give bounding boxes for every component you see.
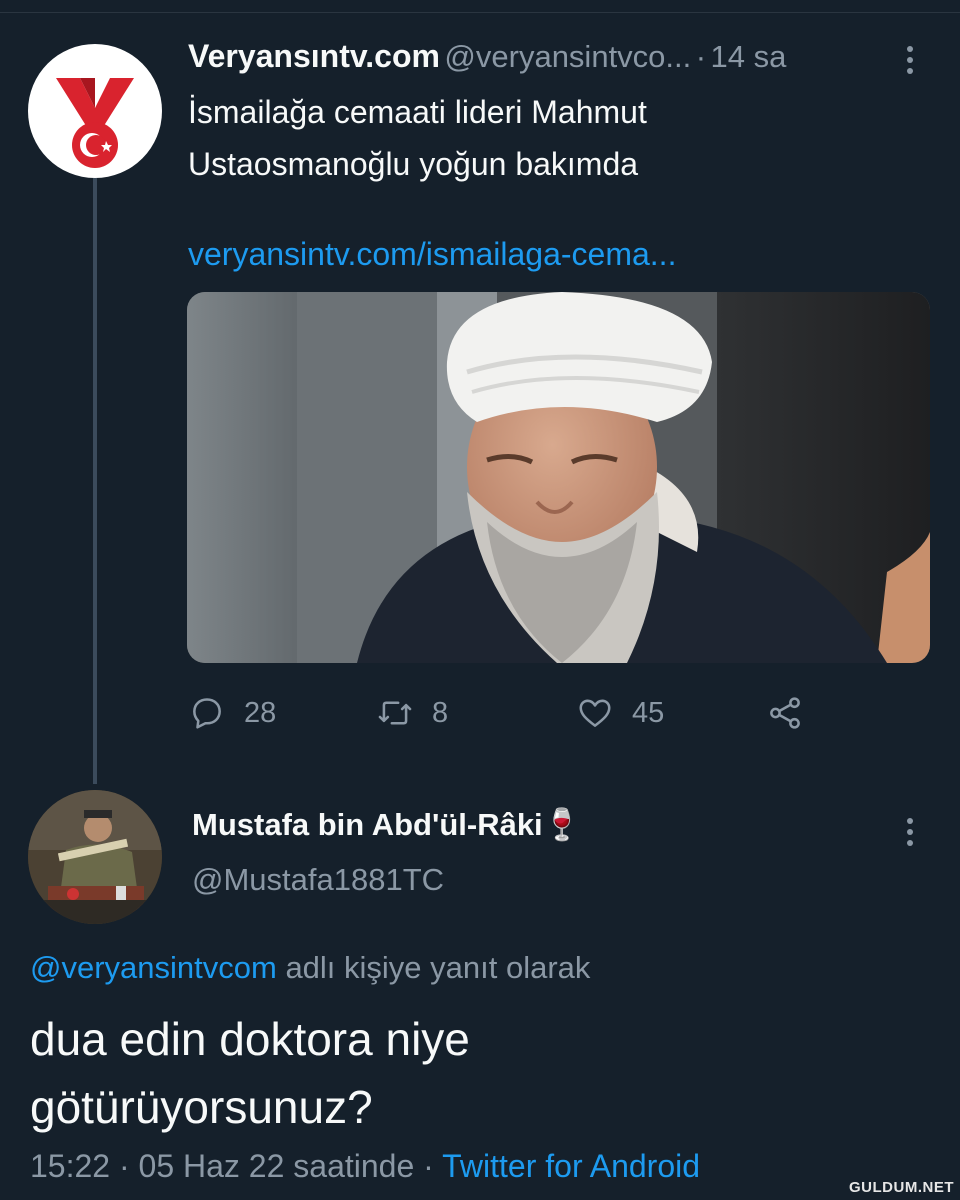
top-divider: [0, 12, 960, 13]
reply-count: 28: [244, 696, 277, 729]
more-icon[interactable]: [898, 40, 922, 80]
reply-meta: 15:22 · 05 Haz 22 saatinde · Twitter for…: [30, 1148, 700, 1185]
tweet-text-line: İsmailağa cemaati lideri Mahmut: [188, 94, 647, 130]
retweet-action[interactable]: 8: [376, 688, 448, 738]
reply-context: @veryansintvcom adlı kişiye yanıt olarak: [30, 950, 590, 986]
author-name[interactable]: Veryansıntv.com: [188, 38, 440, 74]
reply-context-text: adlı kişiye yanıt olarak: [276, 950, 591, 985]
separator: ·: [695, 39, 707, 74]
like-icon: [579, 699, 611, 727]
author-avatar[interactable]: [28, 44, 162, 178]
thread-line: [93, 178, 97, 784]
reply-action[interactable]: 28: [188, 688, 276, 738]
share-action[interactable]: [766, 688, 804, 738]
tweet-photo[interactable]: [187, 292, 930, 663]
share-icon: [770, 697, 800, 729]
like-count: 45: [632, 696, 665, 729]
veryansin-logo: [56, 78, 134, 168]
tweet-header: Veryansıntv.com @veryansintvco... · 14 s…: [188, 38, 888, 84]
like-action[interactable]: 45: [576, 688, 664, 738]
reply-text-line: götürüyorsunuz?: [30, 1081, 373, 1133]
reply-author-avatar[interactable]: [28, 790, 162, 924]
photo-illustration: [187, 292, 930, 663]
reply-client[interactable]: Twitter for Android: [442, 1148, 700, 1184]
watermark: GULDUM.NET: [849, 1179, 954, 1196]
retweet-count: 8: [432, 696, 449, 729]
tweet-time[interactable]: 14 sa: [711, 39, 787, 74]
author-handle[interactable]: @veryansintvco...: [444, 39, 691, 74]
reply-timestamp[interactable]: 15:22 · 05 Haz 22 saatinde ·: [30, 1148, 442, 1184]
reply-text-line: dua edin doktora niye: [30, 1013, 470, 1065]
reply-mention[interactable]: @veryansintvcom: [30, 950, 277, 985]
tweet-text: İsmailağa cemaati lideri Mahmut Ustaosma…: [188, 86, 908, 190]
reply-icon: [193, 698, 221, 729]
tweet-text-line: Ustaosmanoğlu yoğun bakımda: [188, 146, 639, 182]
reply-author-handle[interactable]: @Mustafa1881TC: [192, 862, 444, 898]
reply-author-name[interactable]: Mustafa bin Abd'ül-Râki🍷: [192, 806, 581, 843]
retweet-icon: [378, 701, 412, 725]
avatar-photo: [28, 790, 162, 924]
tweet-link[interactable]: veryansintv.com/ismailaga-cema...: [188, 236, 676, 273]
wine-glass-icon: 🍷: [542, 807, 582, 842]
more-icon[interactable]: [898, 812, 922, 852]
reply-author-name-text: Mustafa bin Abd'ül-Râki: [192, 807, 543, 842]
reply-text: dua edin doktora niye götürüyorsunuz?: [30, 1005, 930, 1141]
tweet-actions: 28 8 45: [188, 688, 828, 738]
